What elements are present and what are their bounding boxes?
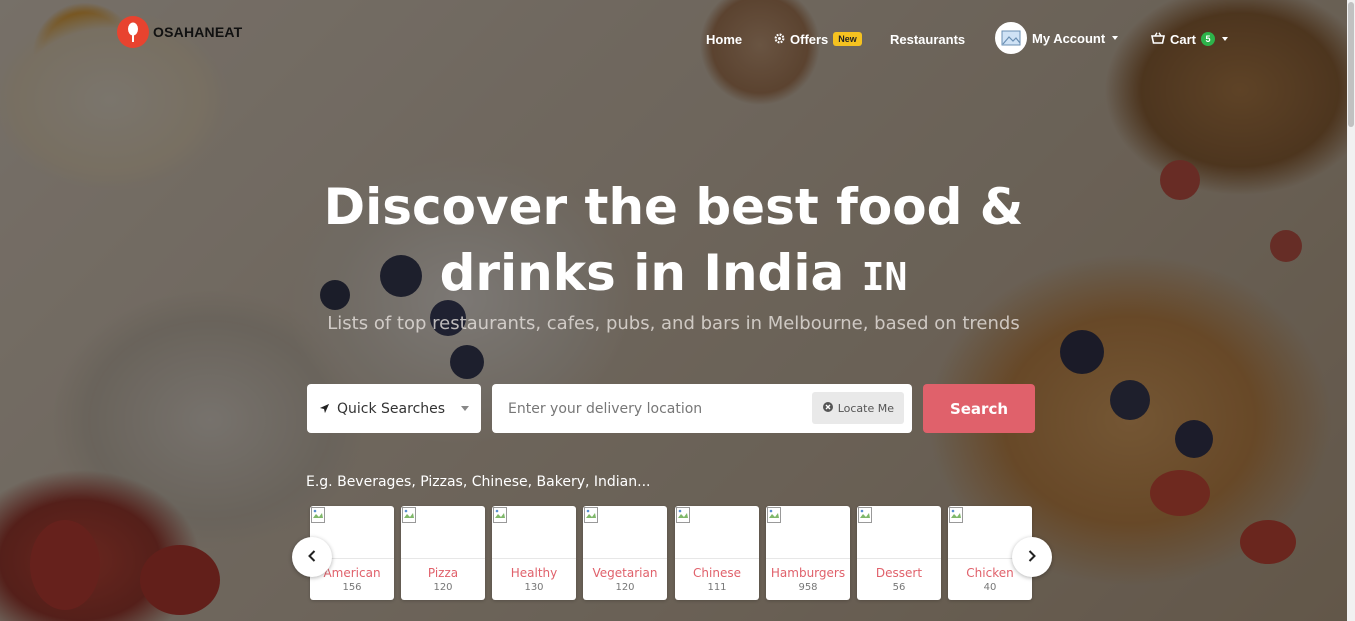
- broken-image-icon: [858, 507, 872, 523]
- category-count: 130: [524, 582, 544, 593]
- category-card[interactable]: Hamburgers 958: [766, 506, 850, 600]
- locate-me-label: Locate Me: [837, 401, 894, 415]
- category-count: 120: [615, 582, 635, 593]
- chevron-down-icon: [461, 406, 469, 411]
- carousel-prev-button[interactable]: [292, 537, 332, 577]
- scrollbar[interactable]: [1347, 0, 1355, 621]
- category-count: 958: [798, 582, 818, 593]
- main-nav: Home Offers New Restaurants My Account C…: [0, 22, 1347, 56]
- category-carousel: American 156 Pizza 120 Healthy 130 Veget…: [310, 506, 1040, 600]
- category-count: 120: [433, 582, 453, 593]
- category-name: Dessert: [875, 566, 923, 580]
- search-button[interactable]: Search: [923, 384, 1035, 433]
- hero-title-line2: drinks in India: [439, 244, 845, 302]
- hero-title-line2-wrap: drinks in India IN: [0, 240, 1347, 310]
- category-card[interactable]: Vegetarian 120: [583, 506, 667, 600]
- category-name: Healthy: [510, 566, 558, 580]
- category-image: [766, 506, 850, 559]
- nav-home[interactable]: Home: [706, 22, 742, 56]
- nav-home-label: Home: [706, 31, 743, 47]
- category-count: 156: [342, 582, 362, 593]
- search-examples: E.g. Beverages, Pizzas, Chinese, Bakery,…: [306, 474, 651, 490]
- hero-subtitle: Lists of top restaurants, cafes, pubs, a…: [327, 313, 1020, 334]
- category-count: 111: [707, 582, 727, 593]
- quick-searches-label: Quick Searches: [337, 400, 446, 417]
- category-name: Hamburgers: [770, 566, 846, 580]
- chevron-down-icon: [1222, 37, 1229, 41]
- broken-image-icon: [402, 507, 416, 523]
- category-image: [857, 506, 941, 559]
- nav-cart[interactable]: Cart 5: [1151, 22, 1229, 56]
- scrollbar-thumb[interactable]: [1348, 2, 1354, 127]
- avatar: [995, 22, 1027, 54]
- category-image: [675, 506, 759, 559]
- category-image: [401, 506, 485, 559]
- locate-me-button[interactable]: Locate Me: [811, 392, 904, 424]
- country-flag: IN: [861, 255, 908, 299]
- nav-account-label: My Account: [1032, 30, 1106, 46]
- broken-image-icon: [311, 507, 325, 523]
- location-field: Locate Me: [492, 384, 912, 433]
- hero-title-line1: Discover the best food &: [323, 178, 1024, 236]
- category-name: Pizza: [427, 566, 459, 580]
- new-badge: New: [833, 32, 862, 46]
- category-image: [583, 506, 667, 559]
- crosshair-icon: [822, 401, 834, 416]
- quick-searches-dropdown[interactable]: Quick Searches: [307, 384, 481, 433]
- category-card[interactable]: Healthy 130: [492, 506, 576, 600]
- nav-offers-label: Offers: [790, 31, 829, 47]
- carousel-next-button[interactable]: [1012, 537, 1052, 577]
- cart-count-badge: 5: [1201, 32, 1216, 46]
- category-card[interactable]: Chinese 111: [675, 506, 759, 600]
- category-image: [492, 506, 576, 559]
- category-count: 56: [892, 582, 906, 593]
- chevron-down-icon: [1112, 36, 1119, 40]
- category-card[interactable]: Dessert 56: [857, 506, 941, 600]
- gear-icon: [774, 32, 785, 47]
- broken-image-icon: [676, 507, 690, 523]
- nav-restaurants-label: Restaurants: [890, 31, 966, 47]
- category-count: 40: [983, 582, 997, 593]
- chevron-left-icon: [307, 548, 317, 567]
- nav-my-account[interactable]: My Account: [995, 21, 1119, 55]
- broken-image-icon: [767, 507, 781, 523]
- location-arrow-icon: [319, 399, 330, 418]
- broken-image-icon: [949, 507, 963, 523]
- chevron-right-icon: [1027, 548, 1037, 567]
- delivery-location-input[interactable]: [492, 384, 802, 433]
- broken-image-icon: [493, 507, 507, 523]
- hero-title: Discover the best food & drinks in India…: [0, 174, 1347, 310]
- category-name: Chinese: [693, 566, 741, 580]
- category-card[interactable]: Pizza 120: [401, 506, 485, 600]
- nav-offers[interactable]: Offers New: [774, 22, 862, 56]
- nav-cart-label: Cart: [1170, 31, 1197, 47]
- basket-icon: [1151, 31, 1165, 47]
- broken-image-icon: [584, 507, 598, 523]
- nav-restaurants[interactable]: Restaurants: [890, 22, 965, 56]
- category-name: Vegetarian: [592, 566, 658, 580]
